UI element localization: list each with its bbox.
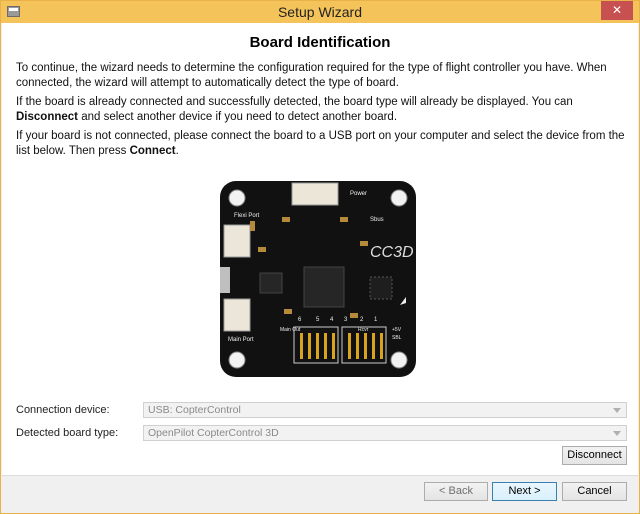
detected-text-end: and select another device if you need to… (78, 111, 398, 123)
connect-keyword: Connect (129, 145, 176, 157)
disconnect-button[interactable]: Disconnect (562, 446, 627, 465)
top-connector (291, 182, 339, 206)
connection-device-label: Connection device: (16, 404, 110, 416)
usb-connector (220, 267, 230, 293)
mounting-hole (390, 189, 408, 207)
main-out-label: Main Out (280, 327, 301, 333)
component (250, 221, 255, 231)
detected-paragraph: If the board is already connected and su… (16, 95, 626, 125)
connect-text-start: If your board is not connected, please c… (16, 130, 625, 157)
cancel-button[interactable]: Cancel (562, 482, 627, 501)
sbus-label: Sbus (370, 217, 384, 223)
flexi-port-label: Flexi Port (234, 213, 260, 219)
connect-paragraph: If your board is not connected, please c… (16, 129, 626, 159)
setup-wizard-window: Setup Wizard ✕ Board Identification To c… (0, 0, 640, 514)
flexi-connector (223, 224, 251, 258)
component (340, 217, 348, 222)
rcvr-label: Rcvr (358, 327, 369, 333)
detected-board-type-value: OpenPilot CopterControl 3D (148, 427, 279, 439)
component (284, 309, 292, 314)
page-heading: Board Identification (249, 34, 391, 51)
mcu-chip (303, 266, 345, 308)
pin-label-5v: +5V (392, 327, 402, 333)
back-button[interactable]: < Back (424, 482, 488, 501)
main-port-label: Main Port (228, 337, 254, 343)
component (350, 313, 358, 318)
intro-paragraph: To continue, the wizard needs to determi… (16, 62, 607, 89)
footer-divider (2, 475, 638, 476)
chevron-down-icon (613, 408, 621, 413)
close-icon: ✕ (611, 3, 623, 17)
component (258, 247, 266, 252)
component (282, 217, 290, 222)
window-title: Setup Wizard (277, 4, 363, 20)
mounting-hole (228, 351, 246, 369)
gyro-chip (369, 276, 393, 300)
mounting-hole (390, 351, 408, 369)
chevron-down-icon (613, 431, 621, 436)
connection-device-select[interactable]: USB: CopterControl (143, 402, 627, 418)
connect-text-end: . (175, 145, 179, 157)
main-connector (223, 298, 251, 332)
title-bar[interactable]: Setup Wizard ✕ (1, 1, 639, 23)
wizard-page: Board Identification To continue, the wi… (2, 23, 638, 475)
next-button[interactable]: Next > (492, 482, 557, 501)
detected-board-type-label: Detected board type: (16, 427, 119, 439)
cc3d-logo: CC3D (370, 244, 414, 261)
detected-text-start: If the board is already connected and su… (16, 96, 573, 108)
close-button[interactable]: ✕ (601, 1, 633, 20)
pin-label-sbl: SBL (392, 335, 402, 341)
cc3d-board-image: Sbus Power Flexi Port Main Port CC3D Mai… (220, 181, 416, 377)
connection-device-value: USB: CopterControl (148, 404, 241, 416)
chip-small (259, 272, 283, 294)
power-label: Power (350, 191, 367, 197)
component (360, 241, 368, 246)
disconnect-keyword: Disconnect (16, 111, 78, 123)
mounting-hole (228, 189, 246, 207)
detected-board-type-select[interactable]: OpenPilot CopterControl 3D (143, 425, 627, 441)
